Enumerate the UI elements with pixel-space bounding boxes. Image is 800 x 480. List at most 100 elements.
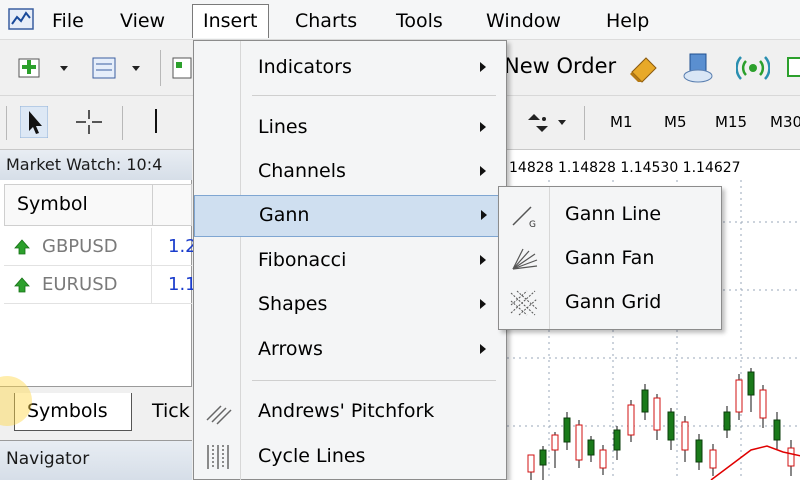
candle-body — [551, 434, 559, 451]
candle-body — [709, 449, 717, 469]
menu-separator — [252, 380, 496, 381]
table-row[interactable]: EURUSD 1.1 — [4, 266, 197, 304]
gann-line-icon: G — [512, 206, 536, 229]
arrows-tool-icon[interactable] — [524, 110, 552, 136]
menu-item-label: Indicators — [258, 56, 352, 78]
menu-item-label: Arrows — [258, 338, 323, 360]
pitchfork-icon — [206, 405, 232, 425]
profiles-icon[interactable] — [90, 54, 120, 82]
timeframe-m30[interactable]: M30 — [770, 112, 800, 132]
toolbar-separator — [160, 50, 161, 86]
menu-item-gann-fan[interactable]: Gann Fan — [499, 237, 721, 281]
toolbar-separator — [584, 106, 585, 140]
candle-body — [587, 439, 595, 456]
gann-submenu: G Gann Line Gann Fan Gann Grid — [498, 186, 722, 330]
candle-body — [539, 449, 547, 466]
chevron-down-icon[interactable] — [132, 66, 140, 71]
moving-average-line — [710, 445, 800, 480]
candle-body — [787, 447, 795, 467]
candle-body — [641, 389, 649, 413]
menu-item-label: Lines — [258, 116, 308, 138]
menu-item-label: Gann Grid — [565, 291, 662, 313]
candle-body — [723, 411, 731, 431]
cycle-lines-icon — [207, 445, 229, 469]
menu-item-label: Gann Line — [565, 203, 662, 225]
menu-tools[interactable]: Tools — [386, 6, 453, 36]
menu-item-shapes[interactable]: Shapes — [194, 284, 506, 326]
menu-item-gann-line[interactable]: G Gann Line — [499, 193, 721, 237]
menu-window[interactable]: Window — [476, 6, 571, 36]
table-row[interactable]: GBPUSD 1.2 — [4, 228, 197, 266]
gann-grid-icon — [510, 290, 538, 316]
timeframe-m1[interactable]: M1 — [610, 112, 633, 132]
menu-item-andrews-pitchfork[interactable]: Andrews' Pitchfork — [194, 391, 506, 433]
menu-item-label: Channels — [258, 160, 346, 182]
menu-item-indicators[interactable]: Indicators — [194, 47, 506, 89]
candle-body — [653, 397, 661, 431]
menu-item-label: Shapes — [258, 293, 328, 315]
candle-body — [613, 429, 621, 451]
vertical-line-icon[interactable] — [155, 109, 157, 133]
tab-tick-chart[interactable]: Tick — [140, 393, 192, 431]
menu-item-channels[interactable]: Channels — [194, 151, 506, 193]
column-header-symbol[interactable]: Symbol — [17, 193, 88, 215]
new-order-button[interactable]: New Order — [504, 54, 616, 78]
menu-help[interactable]: Help — [596, 6, 659, 36]
insert-menu-dropdown: Indicators Lines Channels Gann Fibonacci… — [193, 40, 507, 480]
menu-item-gann[interactable]: Gann — [194, 195, 506, 237]
menu-item-fibonacci[interactable]: Fibonacci — [194, 240, 506, 282]
ohlc-readout: 14828 1.14828 1.14530 1.14627 — [509, 160, 741, 176]
candle-body — [747, 371, 755, 396]
chevron-down-icon[interactable] — [60, 66, 68, 71]
symbol-cell: GBPUSD — [42, 236, 118, 257]
candle-body — [527, 454, 535, 473]
menu-file[interactable]: File — [42, 6, 94, 36]
menu-bar: File View Insert Charts Tools Window Hel… — [0, 0, 800, 40]
submenu-arrow-icon — [480, 299, 486, 309]
submenu-arrow-icon — [480, 122, 486, 132]
menu-charts[interactable]: Charts — [285, 6, 367, 36]
experts-icon[interactable] — [628, 54, 660, 84]
market-watch-icon[interactable] — [170, 54, 194, 82]
menu-insert[interactable]: Insert — [192, 4, 269, 38]
toolbar-separator — [6, 106, 7, 140]
menu-item-arrows[interactable]: Arrows — [194, 329, 506, 371]
up-arrow-icon — [14, 239, 30, 255]
broadcast-icon[interactable] — [736, 52, 770, 84]
column-divider — [151, 228, 152, 266]
submenu-arrow-icon — [480, 62, 486, 72]
svg-text:G: G — [529, 220, 536, 229]
new-chart-icon[interactable] — [16, 54, 44, 82]
toolbar-separator — [122, 106, 123, 140]
fullscreen-icon[interactable] — [784, 54, 800, 82]
menu-item-label: Fibonacci — [258, 249, 347, 271]
menu-item-lines[interactable]: Lines — [194, 107, 506, 149]
chevron-down-icon[interactable] — [558, 120, 566, 125]
cursor-icon[interactable] — [20, 106, 48, 138]
app-icon — [8, 8, 34, 30]
crosshair-icon[interactable] — [74, 108, 104, 136]
submenu-arrow-icon — [480, 255, 486, 265]
up-arrow-icon — [14, 277, 30, 293]
column-divider — [151, 266, 152, 304]
signals-icon[interactable] — [682, 52, 716, 84]
menu-item-label: Gann Fan — [565, 247, 655, 269]
candle-body — [681, 421, 689, 451]
candle-body — [759, 389, 767, 419]
candle-body — [773, 419, 781, 441]
menu-item-cycle-lines[interactable]: Cycle Lines — [194, 436, 506, 478]
candle-body — [667, 411, 675, 441]
menu-item-gann-grid[interactable]: Gann Grid — [499, 281, 721, 325]
market-watch-header: Symbol — [4, 184, 192, 226]
candle-body — [599, 449, 607, 469]
timeframe-m5[interactable]: M5 — [664, 112, 687, 132]
column-divider[interactable] — [152, 185, 153, 225]
menu-view[interactable]: View — [110, 6, 175, 36]
menu-separator — [252, 95, 496, 96]
candle-body — [695, 439, 703, 463]
symbol-cell: EURUSD — [42, 274, 118, 295]
submenu-arrow-icon — [480, 344, 486, 354]
navigator-panel-title: Navigator — [0, 440, 192, 480]
timeframe-m15[interactable]: M15 — [715, 112, 747, 132]
menu-item-label: Andrews' Pitchfork — [258, 400, 435, 422]
